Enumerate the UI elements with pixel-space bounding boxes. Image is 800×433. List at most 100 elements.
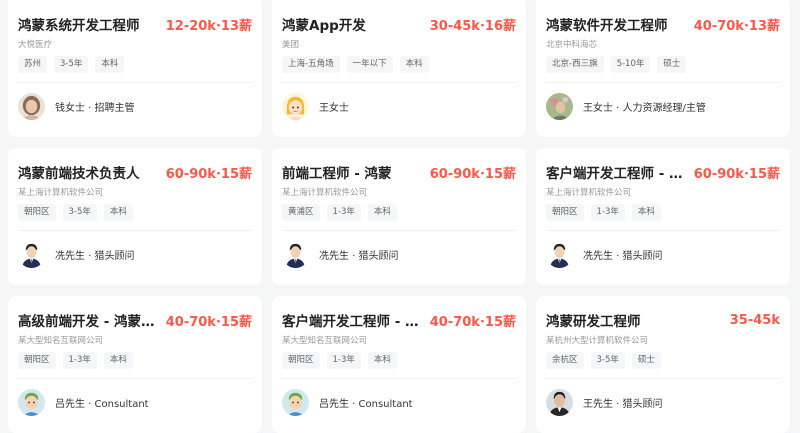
job-card-header: 鸿蒙App开发 30-45k·16薪 [282, 14, 516, 34]
avatar-suit-man-icon [18, 241, 45, 268]
job-title[interactable]: 客户端开发工程师 - 鸿… [282, 310, 430, 330]
recruiter-name: 吕先生 · Consultant [55, 399, 149, 410]
salary: 60-90k·15薪 [165, 166, 252, 182]
job-tag: 朝阳区 [546, 204, 584, 221]
job-tag: 一年以下 [346, 56, 393, 73]
avatar-suit-man-icon [282, 241, 309, 268]
salary: 40-70k·15薪 [429, 314, 516, 330]
recruiter-info[interactable]: 冼先生 · 猎头顾问 [282, 241, 399, 268]
recruiter-name: 王女士 [319, 103, 349, 114]
job-tags: 朝阳区 1-3年 本科 [18, 352, 133, 369]
job-tag: 1-3年 [590, 204, 625, 221]
job-tag: 上海-五角场 [282, 56, 340, 73]
salary: 40-70k·15薪 [165, 314, 252, 330]
divider [18, 230, 252, 231]
job-card-header: 鸿蒙系统开发工程师 12-20k·13薪 [18, 14, 252, 34]
job-tag: 本科 [103, 352, 133, 369]
avatar-cartoon-girl-icon [282, 93, 309, 120]
job-tags: 朝阳区 3-5年 本科 [18, 204, 133, 221]
job-tag: 5-10年 [610, 56, 651, 73]
job-tag: 硕士 [657, 56, 687, 73]
job-tag: 硕士 [631, 352, 661, 369]
divider [282, 82, 516, 83]
job-card[interactable]: 鸿蒙App开发 30-45k·16薪 美团 上海-五角场 一年以下 本科 王女士 [272, 0, 526, 137]
divider [18, 378, 252, 379]
job-card[interactable]: 客户端开发工程师 - 鸿… 40-70k·15薪 某大型知名互联网公司 朝阳区 1… [272, 296, 526, 433]
job-title[interactable]: 鸿蒙软件开发工程师 [546, 14, 668, 34]
job-card-grid: 鸿蒙系统开发工程师 12-20k·13薪 大悦医疗 苏州 3-5年 本科 钱女士 ·… [0, 0, 800, 433]
job-title[interactable]: 客户端开发工程师 - 鸿蒙 [546, 162, 694, 182]
recruiter-info[interactable]: 吕先生 · Consultant [18, 389, 149, 416]
company-name: 某杭州大型计算机软件公司 [546, 336, 649, 346]
recruiter-info[interactable]: 吕先生 · Consultant [282, 389, 413, 416]
company-name: 某大型知名互联网公司 [282, 336, 368, 346]
job-card[interactable]: 前端工程师 - 鸿蒙 60-90k·15薪 某上海计算机软件公司 黄浦区 1-3年… [272, 148, 526, 285]
company-name: 某上海计算机软件公司 [18, 188, 104, 198]
job-tag: 3-5年 [62, 204, 97, 221]
divider [282, 378, 516, 379]
job-card-header: 高级前端开发 - 鸿蒙（… 40-70k·15薪 [18, 310, 252, 330]
job-title[interactable]: 高级前端开发 - 鸿蒙（… [18, 310, 166, 330]
job-card[interactable]: 高级前端开发 - 鸿蒙（… 40-70k·15薪 某大型知名互联网公司 朝阳区 1… [8, 296, 262, 433]
recruiter-name: 冼先生 · 猎头顾问 [319, 251, 399, 262]
recruiter-info[interactable]: 冼先生 · 猎头顾问 [546, 241, 663, 268]
company-name: 北京中科海芯 [546, 40, 598, 50]
job-title[interactable]: 鸿蒙研发工程师 [546, 310, 641, 330]
recruiter-info[interactable]: 钱女士 · 招聘主管 [18, 93, 135, 120]
job-tag: 苏州 [18, 56, 48, 73]
job-tags: 余杭区 3-5年 硕士 [546, 352, 661, 369]
job-tag: 朝阳区 [18, 352, 56, 369]
job-card-header: 鸿蒙软件开发工程师 40-70k·13薪 [546, 14, 780, 34]
recruiter-info[interactable]: 王女士 [282, 93, 349, 120]
company-name: 某大型知名互联网公司 [18, 336, 104, 346]
salary: 35-45k [729, 312, 780, 328]
divider [282, 230, 516, 231]
job-tag: 本科 [367, 352, 397, 369]
job-title[interactable]: 鸿蒙App开发 [282, 14, 366, 34]
job-title[interactable]: 前端工程师 - 鸿蒙 [282, 162, 392, 182]
job-card[interactable]: 鸿蒙研发工程师 35-45k 某杭州大型计算机软件公司 余杭区 3-5年 硕士 王先… [536, 296, 790, 433]
divider [18, 82, 252, 83]
job-title[interactable]: 鸿蒙前端技术负责人 [18, 162, 140, 182]
divider [546, 230, 780, 231]
job-tag: 北京-西三旗 [546, 56, 604, 73]
job-card[interactable]: 鸿蒙前端技术负责人 60-90k·15薪 某上海计算机软件公司 朝阳区 3-5年本… [8, 148, 262, 285]
job-tags: 上海-五角场 一年以下 本科 [282, 56, 429, 73]
avatar-cartoon-boy-icon [18, 389, 45, 416]
recruiter-info[interactable]: 王先生 · 猎头顾问 [546, 389, 663, 416]
job-tag: 朝阳区 [282, 352, 320, 369]
job-tag: 余杭区 [546, 352, 584, 369]
job-tag: 1-3年 [326, 204, 361, 221]
job-tag: 3-5年 [54, 56, 89, 73]
job-tag: 本科 [631, 204, 661, 221]
salary: 60-90k·15薪 [429, 166, 516, 182]
recruiter-info[interactable]: 冼先生 · 猎头顾问 [18, 241, 135, 268]
company-name: 某上海计算机软件公司 [282, 188, 368, 198]
job-card-header: 客户端开发工程师 - 鸿蒙 60-90k·15薪 [546, 162, 780, 182]
job-card-header: 前端工程师 - 鸿蒙 60-90k·15薪 [282, 162, 516, 182]
avatar-photo-man-icon [546, 389, 573, 416]
job-tag: 朝阳区 [18, 204, 56, 221]
salary: 12-20k·13薪 [165, 18, 252, 34]
job-tag: 本科 [367, 204, 397, 221]
job-card-header: 客户端开发工程师 - 鸿… 40-70k·15薪 [282, 310, 516, 330]
job-card[interactable]: 鸿蒙系统开发工程师 12-20k·13薪 大悦医疗 苏州 3-5年 本科 钱女士 ·… [8, 0, 262, 137]
recruiter-name: 冼先生 · 猎头顾问 [583, 251, 663, 262]
recruiter-info[interactable]: 王女士 · 人力资源经理/主管 [546, 93, 706, 120]
job-tags: 黄浦区 1-3年 本科 [282, 204, 397, 221]
salary: 30-45k·16薪 [429, 18, 516, 34]
job-tags: 朝阳区 1-3年 本科 [282, 352, 397, 369]
job-title[interactable]: 鸿蒙系统开发工程师 [18, 14, 140, 34]
job-card[interactable]: 鸿蒙软件开发工程师 40-70k·13薪 北京中科海芯 北京-西三旗 5-10年硕… [536, 0, 790, 137]
job-tag: 1-3年 [62, 352, 97, 369]
avatar-cartoon-boy-icon [282, 389, 309, 416]
company-name: 某上海计算机软件公司 [546, 188, 632, 198]
recruiter-name: 吕先生 · Consultant [319, 399, 413, 410]
job-tags: 苏州 3-5年 本科 [18, 56, 125, 73]
salary: 40-70k·13薪 [693, 18, 780, 34]
job-card[interactable]: 客户端开发工程师 - 鸿蒙 60-90k·15薪 某上海计算机软件公司 朝阳区 1… [536, 148, 790, 285]
job-tags: 北京-西三旗 5-10年 硕士 [546, 56, 687, 73]
job-card-header: 鸿蒙前端技术负责人 60-90k·15薪 [18, 162, 252, 182]
company-name: 大悦医疗 [18, 40, 53, 50]
job-tag: 黄浦区 [282, 204, 320, 221]
